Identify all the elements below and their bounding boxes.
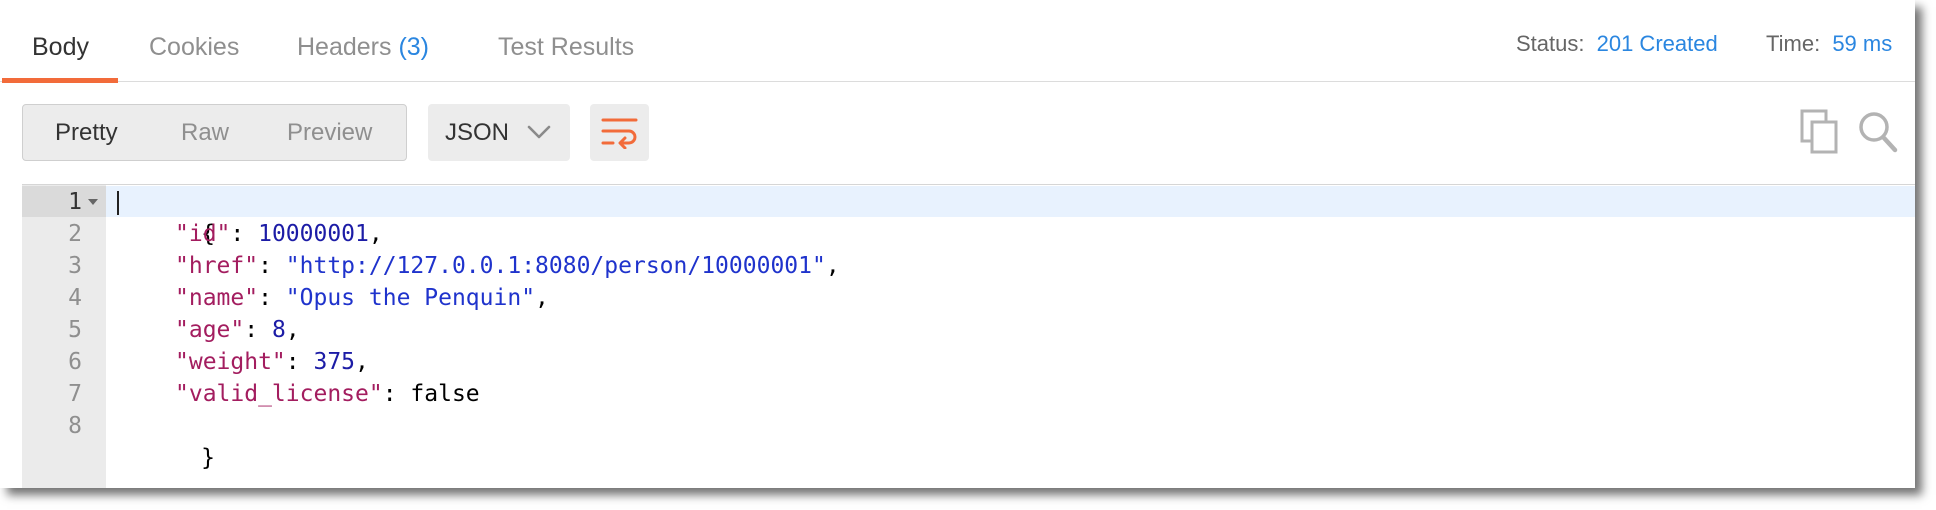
view-mode-group: Pretty Raw Preview	[22, 104, 407, 161]
wrap-lines-icon	[601, 118, 638, 149]
json-separator: :	[230, 221, 259, 247]
fold-toggle-icon[interactable]	[88, 199, 98, 205]
line-number: 2	[68, 221, 82, 247]
json-comma: ,	[825, 253, 840, 279]
time-value: 59 ms	[1832, 31, 1893, 56]
json-key: "weight"	[175, 349, 286, 375]
raw-button[interactable]: Raw	[181, 105, 229, 160]
response-tabs-bar: Body Cookies Headers (3) Test Results St…	[0, 0, 1915, 83]
chevron-down-icon	[527, 125, 551, 139]
copy-icon	[1800, 109, 1838, 154]
json-value: "http://127.0.0.1:8080/person/10000001"	[285, 253, 826, 279]
json-key: "id"	[175, 221, 231, 247]
search-icon	[1859, 112, 1898, 153]
code-line: "name": "Opus the Penquin",	[175, 282, 549, 314]
response-toolbar: Pretty Raw Preview JSON	[0, 82, 1915, 184]
json-comma: ,	[285, 317, 300, 343]
tab-headers[interactable]: Headers (3)	[297, 0, 429, 82]
tab-headers-label: Headers	[297, 33, 392, 61]
search-button[interactable]	[1857, 110, 1899, 154]
copy-button[interactable]	[1800, 109, 1840, 155]
json-separator: :	[258, 285, 286, 311]
response-panel: Body Cookies Headers (3) Test Results St…	[0, 0, 1915, 488]
json-separator: :	[244, 317, 272, 343]
json-key: "age"	[175, 317, 245, 343]
format-dropdown-value: JSON	[445, 119, 510, 146]
pretty-button[interactable]: Pretty	[55, 105, 118, 160]
json-value: "Opus the Penquin"	[285, 285, 536, 311]
tab-test-results-label: Test Results	[498, 33, 635, 61]
json-value: false	[410, 381, 480, 407]
headers-count-badge: (3)	[398, 33, 430, 61]
line-number: 6	[68, 349, 82, 375]
code-line: {	[118, 186, 215, 247]
format-dropdown[interactable]: JSON	[428, 104, 570, 161]
json-key: "href"	[175, 253, 259, 279]
line-number: 1	[68, 189, 82, 215]
line-number: 8	[68, 413, 82, 439]
code-line: "id": 10000001,	[175, 218, 383, 250]
line-number: 5	[68, 317, 82, 343]
line-number-gutter: 1 2 3 4 5 6 7 8	[22, 185, 106, 488]
tab-body[interactable]: Body	[2, 0, 118, 83]
json-key: "valid_license"	[175, 381, 383, 407]
line-number: 3	[68, 253, 82, 279]
tab-cookies-label: Cookies	[149, 33, 240, 61]
time-label: Time:	[1766, 31, 1821, 56]
json-comma: ,	[368, 221, 383, 247]
line-number: 7	[68, 381, 82, 407]
json-separator: :	[258, 253, 286, 279]
response-body-editor[interactable]: 1 2 3 4 5 6 7 8 { "id": 10000001, "href"…	[22, 184, 1915, 488]
status-label: Status:	[1516, 31, 1585, 56]
text-caret	[117, 191, 119, 215]
tab-test-results[interactable]: Test Results	[498, 0, 634, 82]
json-separator: :	[285, 349, 314, 375]
close-brace: }	[201, 445, 215, 471]
json-separator: :	[382, 381, 411, 407]
json-comma: ,	[535, 285, 549, 311]
tab-body-label: Body	[32, 33, 89, 61]
json-value: 8	[271, 317, 286, 343]
code-line: "valid_license": false	[175, 378, 480, 410]
response-time: Time: 59 ms	[1766, 0, 1892, 82]
json-value: 10000001	[258, 221, 369, 247]
response-status: Status: 201 Created	[1516, 0, 1718, 82]
json-value: 375	[313, 349, 356, 375]
json-comma: ,	[355, 349, 369, 375]
wrap-lines-button[interactable]	[590, 104, 649, 161]
status-value: 201 Created	[1596, 31, 1718, 56]
code-line: }	[118, 410, 215, 471]
code-line: "weight": 375,	[175, 346, 369, 378]
tab-cookies[interactable]: Cookies	[149, 0, 239, 82]
json-key: "name"	[175, 285, 259, 311]
code-line: "href": "http://127.0.0.1:8080/person/10…	[175, 250, 840, 282]
active-line-highlight	[106, 186, 1915, 217]
line-number: 4	[68, 285, 82, 311]
code-line: "age": 8,	[175, 314, 300, 346]
preview-button[interactable]: Preview	[287, 105, 372, 160]
